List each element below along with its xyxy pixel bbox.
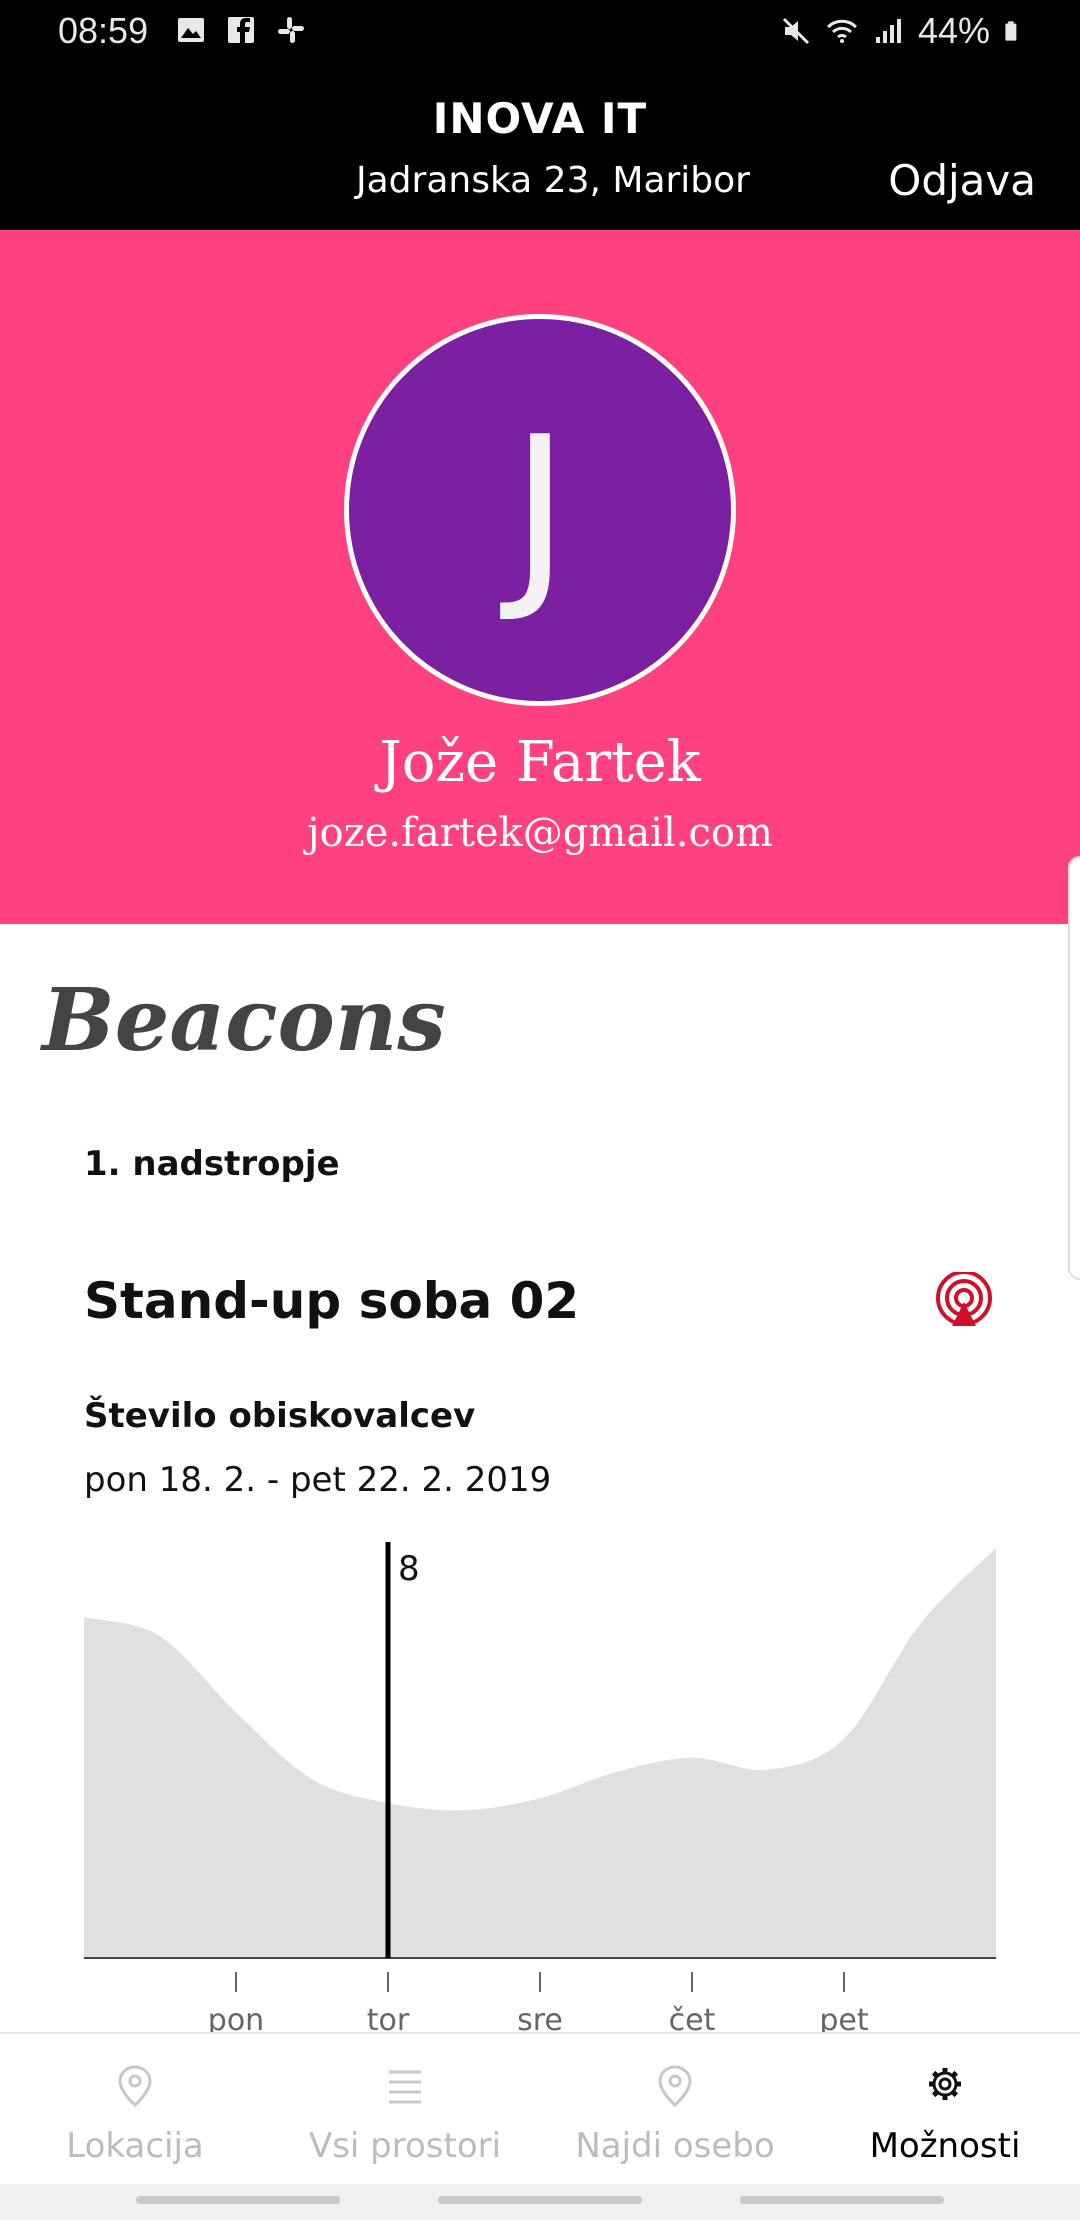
side-scroll-handle[interactable] xyxy=(1068,856,1080,1280)
nav-label: Najdi osebo xyxy=(575,2126,775,2166)
location-pin-icon xyxy=(658,2065,692,2107)
nav-vsi-prostori[interactable]: Vsi prostori xyxy=(270,2034,540,2184)
nav-label: Možnosti xyxy=(869,2126,1021,2166)
visitors-label: Število obiskovalcev xyxy=(84,1396,476,1436)
nav-label: Vsi prostori xyxy=(308,2126,502,2166)
gesture-bar-right[interactable] xyxy=(740,2196,944,2204)
status-time: 08:59 xyxy=(58,10,149,51)
profile-name: Jože Fartek xyxy=(379,730,701,795)
visitors-area xyxy=(84,1548,996,1958)
gesture-bar-center[interactable] xyxy=(438,2196,642,2204)
slack-icon xyxy=(278,17,304,43)
company-title: INOVA IT xyxy=(432,94,648,143)
company-address: Jadranska 23, Maribor xyxy=(356,160,750,201)
beacon-broadcast-icon[interactable] xyxy=(932,1272,996,1336)
profile-section: J Jože Fartek joze.fartek@gmail.com xyxy=(0,230,1080,924)
room-name[interactable]: Stand-up soba 02 xyxy=(84,1272,579,1330)
battery-percent: 44% xyxy=(917,10,990,51)
gear-icon xyxy=(929,2068,961,2100)
section-title: Beacons xyxy=(42,970,446,1071)
gesture-bar-left[interactable] xyxy=(136,2196,340,2204)
nav-najdi-osebo[interactable]: Najdi osebo xyxy=(540,2034,810,2184)
avatar: J xyxy=(344,314,736,706)
system-status: 44% xyxy=(780,10,1026,52)
nav-lokacija[interactable]: Lokacija xyxy=(0,2034,270,2184)
battery-icon xyxy=(1005,21,1017,41)
marker-value-label: 8 xyxy=(398,1549,420,1589)
mute-icon xyxy=(782,17,809,45)
date-range: pon 18. 2. - pet 22. 2. 2019 xyxy=(84,1460,552,1500)
notification-icons xyxy=(175,14,307,46)
facebook-icon xyxy=(228,17,254,43)
visitors-chart[interactable]: pon tor sre čet pet 8 xyxy=(0,1500,1080,2040)
signal-icon xyxy=(875,19,901,43)
nav-moznosti[interactable]: Možnosti xyxy=(810,2034,1080,2184)
wifi-icon xyxy=(826,19,857,43)
location-pin-icon xyxy=(118,2065,152,2107)
app-header: INOVA IT Jadranska 23, Maribor Odjava xyxy=(0,64,1080,230)
nav-label: Lokacija xyxy=(66,2126,204,2166)
avatar-initial: J xyxy=(510,393,570,627)
profile-email: joze.fartek@gmail.com xyxy=(307,810,773,856)
status-bar: 08:59 44% xyxy=(0,0,1080,64)
floor-label: 1. nadstropje xyxy=(84,1144,340,1184)
list-icon xyxy=(389,2070,421,2104)
image-icon xyxy=(178,18,204,42)
logout-button[interactable]: Odjava xyxy=(888,156,1036,205)
